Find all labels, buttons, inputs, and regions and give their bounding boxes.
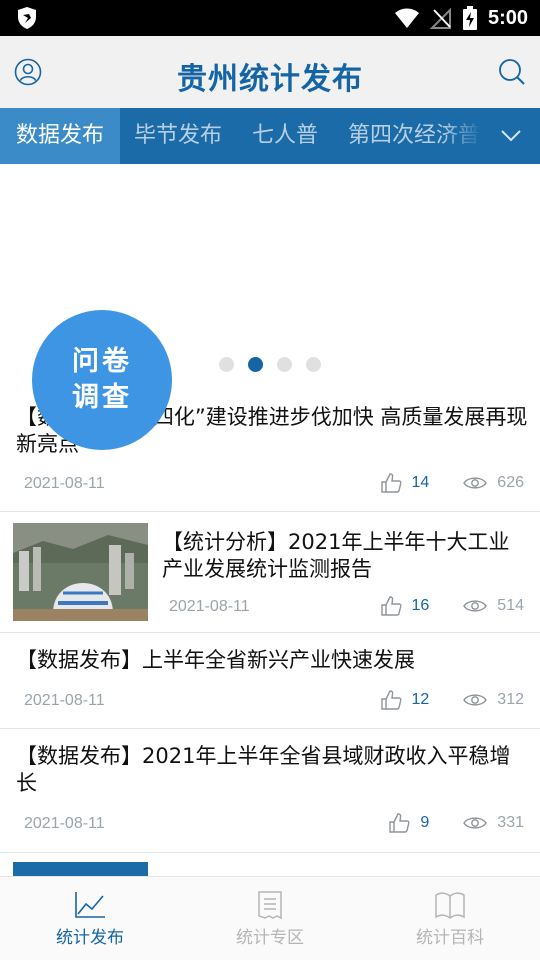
carousel-dot [306, 357, 321, 372]
view-number: 331 [497, 814, 524, 831]
article-stats: 9 331 [388, 812, 524, 834]
chevron-down-icon [501, 130, 521, 142]
line-chart-icon [75, 892, 105, 918]
like-number: 9 [420, 814, 430, 831]
status-bar: 5:00 [0, 0, 540, 36]
nav-label: 统计发布 [56, 928, 124, 948]
article-item[interactable]: 【数据发布】上半年全省新兴产业快速发展 2021-08-11 12 312 [0, 633, 540, 729]
like-number: 12 [411, 691, 430, 708]
like-number: 14 [411, 474, 430, 491]
like-count[interactable]: 12 [380, 689, 430, 711]
article-title: 【数据发布】上半年全省新兴产业快速发展 [16, 648, 415, 672]
shield-icon [18, 7, 36, 29]
like-count[interactable]: 16 [380, 595, 430, 617]
app-header: 贵州统计发布 [0, 36, 540, 108]
survey-label-line1: 问卷 [72, 346, 132, 377]
article-item[interactable]: 【统计分析】2021年上半年十大工业产业发展统计监测报告 2021-08-11 … [0, 512, 540, 633]
article-date: 2021-08-11 [24, 815, 105, 832]
no-signal-icon [429, 7, 451, 29]
eye-icon [463, 600, 488, 612]
article-thumbnail [13, 862, 148, 876]
article-date: 2021-08-11 [169, 598, 250, 615]
thumbs-up-icon [380, 690, 401, 710]
search-icon[interactable] [498, 58, 526, 86]
article-thumbnail [13, 523, 148, 621]
bottom-nav: 统计发布 统计专区 统计百科 [0, 876, 540, 960]
nav-statistics-release[interactable]: 统计发布 [0, 877, 180, 960]
view-number: 312 [497, 691, 524, 708]
carousel-dot [219, 357, 234, 372]
page-title: 贵州统计发布 [177, 62, 363, 97]
article-stats: 12 312 [380, 689, 524, 711]
article-date: 2021-08-11 [24, 692, 105, 709]
article-item[interactable]: 【数据发布】2021年上半年全省县域财政收入平稳增长 2021-08-11 9 … [0, 729, 540, 853]
clock: 5:00 [487, 6, 528, 29]
book-icon [435, 892, 465, 919]
tab-fade [442, 108, 482, 164]
nav-label: 统计百科 [416, 928, 484, 948]
like-count[interactable]: 14 [380, 472, 430, 494]
eye-icon [463, 817, 488, 829]
survey-button[interactable]: 问卷 调查 [32, 310, 172, 450]
article-title: 【统计分析】2021年上半年十大工业产业发展统计监测报告 [162, 530, 510, 581]
view-count: 626 [463, 474, 524, 492]
article-stats: 14 626 [380, 472, 524, 494]
view-count: 312 [463, 691, 524, 709]
nav-statistics-zone[interactable]: 统计专区 [180, 877, 360, 960]
article-item-partial[interactable] [0, 853, 540, 876]
category-tab-bar: 数据发布 毕节发布 七人普 第四次经济普 [0, 108, 540, 164]
tab-bijie-release[interactable]: 毕节发布 [134, 108, 222, 164]
document-icon [258, 891, 282, 920]
tab-expand-button[interactable] [482, 108, 540, 164]
carousel-dot [277, 357, 292, 372]
nav-label: 统计专区 [236, 928, 304, 948]
eye-icon [463, 694, 488, 706]
view-count: 331 [463, 814, 524, 832]
nav-statistics-encyclopedia[interactable]: 统计百科 [360, 877, 540, 960]
article-date: 2021-08-11 [24, 475, 105, 492]
article-stats: 16 514 [380, 595, 524, 617]
tab-data-release[interactable]: 数据发布 [0, 108, 121, 164]
wifi-icon [394, 8, 419, 28]
battery-icon [462, 6, 477, 30]
thumbs-up-icon [389, 813, 410, 833]
like-number: 16 [411, 597, 430, 614]
view-number: 626 [497, 474, 524, 491]
view-number: 514 [497, 597, 524, 614]
survey-label-line2: 调查 [72, 382, 132, 413]
like-count[interactable]: 9 [388, 812, 429, 834]
eye-icon [463, 477, 488, 489]
tab-seventh-census[interactable]: 七人普 [252, 108, 318, 164]
thumbs-up-icon [380, 473, 401, 493]
article-title: 【数据发布】2021年上半年全省县域财政收入平稳增长 [16, 744, 511, 795]
view-count: 514 [463, 597, 524, 615]
thumbs-up-icon [380, 596, 401, 616]
carousel-dot-active [248, 357, 263, 372]
